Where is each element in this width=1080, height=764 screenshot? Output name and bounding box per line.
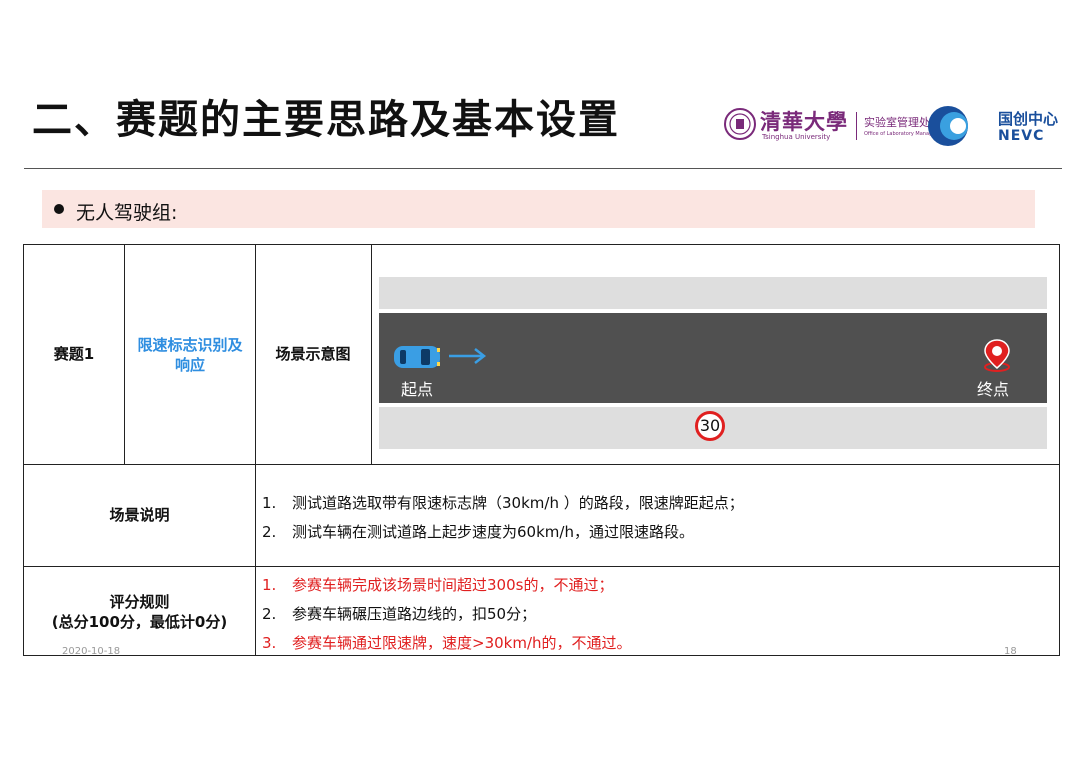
group-label: 无人驾驶组: xyxy=(76,202,178,224)
task-number: 赛题1 xyxy=(53,345,95,363)
scoring-list: 1. 参赛车辆完成该场景时间超过300s的，不通过； 2. 参赛车辆碾压道路边线的，… xyxy=(262,575,632,662)
page-number: 18 xyxy=(1004,646,1017,657)
tsinghua-lab-logo: 清華大學 Tsinghua University 实验室管理处 Office o… xyxy=(724,106,948,146)
start-label: 起点 xyxy=(401,380,434,399)
bullet-icon xyxy=(54,204,64,214)
table-row-divider xyxy=(24,464,1059,465)
nevc-en-name: NEVC xyxy=(998,128,1045,144)
scoring-label: 评分规则 (总分100分，最低计0分) xyxy=(51,593,228,631)
nevc-cn-name: 国创中心 xyxy=(998,110,1059,128)
nevc-globe-icon xyxy=(928,106,968,146)
list-item: 3. 参赛车辆通过限速牌，速度>30km/h的，不通过。 xyxy=(262,634,632,652)
task-name: 限速标志识别及响应 xyxy=(137,336,243,374)
scene-diagram: 起点 终点 30 xyxy=(379,277,1047,453)
list-item: 2. 参赛车辆碾压道路边线的，扣50分； xyxy=(262,605,537,623)
group-banner: 无人驾驶组: xyxy=(42,190,1035,228)
tsinghua-name: 清華大學 xyxy=(760,109,848,134)
end-label: 终点 xyxy=(977,380,1010,399)
scene-desc-label: 场景说明 xyxy=(109,506,170,524)
table-col-divider xyxy=(124,245,125,464)
footer-date: 2020-10-18 xyxy=(62,646,121,657)
title-divider xyxy=(24,168,1062,169)
table-row-divider xyxy=(24,566,1059,567)
list-item: 1. 参赛车辆完成该场景时间超过300s的，不通过； xyxy=(262,576,614,594)
diagram-label: 场景示意图 xyxy=(275,345,351,363)
page-title: 二、赛题的主要思路及基本设置 xyxy=(32,97,620,143)
scene-desc-list: 1. 测试道路选取带有限速标志牌（30km/h ）的路段，限速牌距起点； 2. 测试… xyxy=(262,493,744,551)
list-item: 2. 测试车辆在测试道路上起步速度为60km/h，通过限速路段。 xyxy=(262,523,694,541)
tsinghua-en: Tsinghua University xyxy=(762,133,831,141)
nevc-logo: 国创中心 NEVC xyxy=(926,104,1066,148)
logo-divider xyxy=(856,112,857,140)
top-lane xyxy=(379,277,1047,309)
speed-limit-sign: 30 xyxy=(695,411,725,441)
lab-office-name: 实验室管理处 xyxy=(864,116,930,129)
tsinghua-seal-icon xyxy=(724,108,756,140)
arrow-right-icon xyxy=(449,348,487,364)
task-table: 赛题1 限速标志识别及响应 场景示意图 起点 终点 30 场景说明 1. 测试道路… xyxy=(23,244,1060,656)
table-col-divider xyxy=(371,245,372,464)
car-icon xyxy=(394,346,440,368)
list-item: 1. 测试道路选取带有限速标志牌（30km/h ）的路段，限速牌距起点； xyxy=(262,494,744,512)
location-pin-icon xyxy=(984,339,1010,372)
table-col-divider xyxy=(255,245,256,656)
